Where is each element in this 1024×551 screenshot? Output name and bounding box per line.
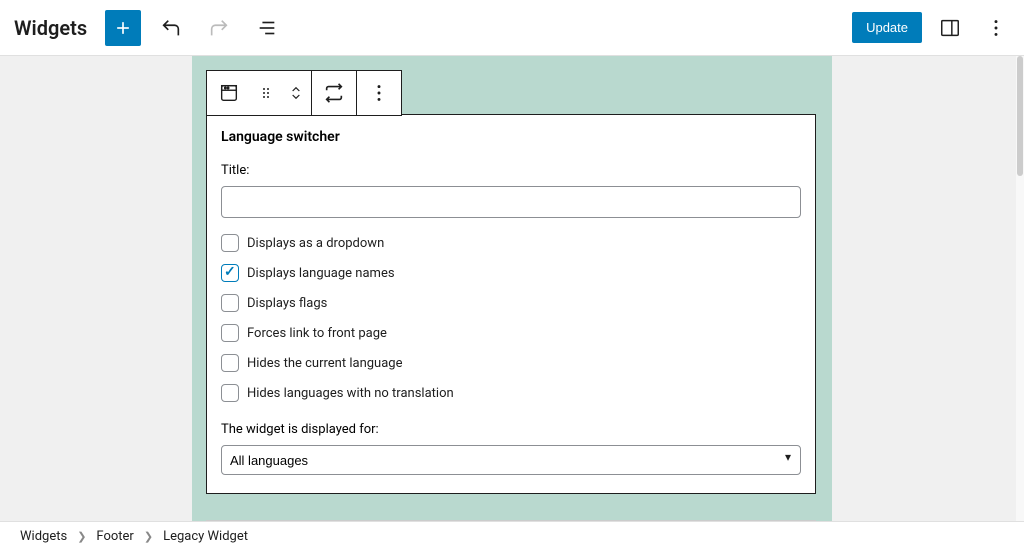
chevron-right-icon: ❯ [77, 530, 86, 543]
block-toolbar [206, 70, 402, 116]
list-view-button[interactable] [249, 10, 285, 46]
transform-button[interactable] [312, 71, 356, 115]
check-hide-no-trans-box[interactable] [221, 384, 239, 402]
drag-handle[interactable] [251, 71, 281, 115]
check-dropdown-box[interactable] [221, 234, 239, 252]
transform-icon [323, 82, 345, 104]
check-flags-label: Displays flags [247, 296, 327, 311]
check-hide-current-label: Hides the current language [247, 356, 402, 371]
chevron-updown-icon [288, 82, 304, 104]
breadcrumb-area[interactable]: Footer [96, 529, 133, 544]
sidebar-icon [939, 17, 961, 39]
check-names-box[interactable] [221, 264, 239, 282]
breadcrumb-current[interactable]: Legacy Widget [163, 529, 248, 544]
check-hide-current[interactable]: Hides the current language [221, 354, 801, 372]
list-view-icon [256, 17, 278, 39]
block-more-button[interactable] [357, 71, 401, 115]
topbar-right: Update [852, 10, 1014, 46]
kebab-icon [985, 17, 1007, 39]
bt-group-more [356, 70, 402, 116]
vertical-scrollbar[interactable] [1016, 56, 1024, 521]
options-button[interactable] [978, 10, 1014, 46]
check-dropdown[interactable]: Displays as a dropdown [221, 234, 801, 252]
check-front-box[interactable] [221, 324, 239, 342]
display-for-select-wrap: All languages [221, 445, 801, 475]
topbar-left: Widgets [14, 10, 285, 46]
plus-icon [113, 18, 133, 38]
bt-group-transform [311, 70, 357, 116]
check-hide-no-trans[interactable]: Hides languages with no translation [221, 384, 801, 402]
legacy-widget-card: Language switcher Title: Displays as a d… [206, 114, 816, 494]
check-names[interactable]: Displays language names [221, 264, 801, 282]
breadcrumb-root[interactable]: Widgets [20, 529, 67, 544]
page-title: Widgets [14, 16, 87, 40]
display-for-select[interactable]: All languages [221, 445, 801, 475]
check-flags-box[interactable] [221, 294, 239, 312]
check-flags[interactable]: Displays flags [221, 294, 801, 312]
undo-icon [160, 17, 182, 39]
check-front-label: Forces link to front page [247, 326, 387, 341]
check-names-label: Displays language names [247, 266, 395, 281]
scrollbar-thumb[interactable] [1017, 56, 1023, 176]
block-type-button[interactable] [207, 71, 251, 115]
widget-heading: Language switcher [221, 129, 801, 145]
add-block-button[interactable] [105, 10, 141, 46]
title-input[interactable] [221, 186, 801, 218]
check-hide-no-trans-label: Hides languages with no translation [247, 386, 454, 401]
undo-button[interactable] [153, 10, 189, 46]
check-hide-current-box[interactable] [221, 354, 239, 372]
display-for-label: The widget is displayed for: [221, 422, 801, 437]
move-updown-button[interactable] [281, 71, 311, 115]
checkbox-group: Displays as a dropdown Displays language… [221, 234, 801, 402]
chevron-right-icon: ❯ [144, 530, 153, 543]
drag-icon [258, 85, 274, 101]
check-dropdown-label: Displays as a dropdown [247, 236, 384, 251]
editor-topbar: Widgets Update [0, 0, 1024, 56]
redo-button[interactable] [201, 10, 237, 46]
kebab-icon [368, 82, 390, 104]
legacy-widget-icon [218, 82, 240, 104]
settings-sidebar-button[interactable] [932, 10, 968, 46]
bt-group-type [206, 70, 312, 116]
redo-icon [208, 17, 230, 39]
title-label: Title: [221, 163, 801, 178]
update-button[interactable]: Update [852, 12, 922, 43]
block-breadcrumb: Widgets ❯ Footer ❯ Legacy Widget [0, 521, 1024, 551]
check-front[interactable]: Forces link to front page [221, 324, 801, 342]
